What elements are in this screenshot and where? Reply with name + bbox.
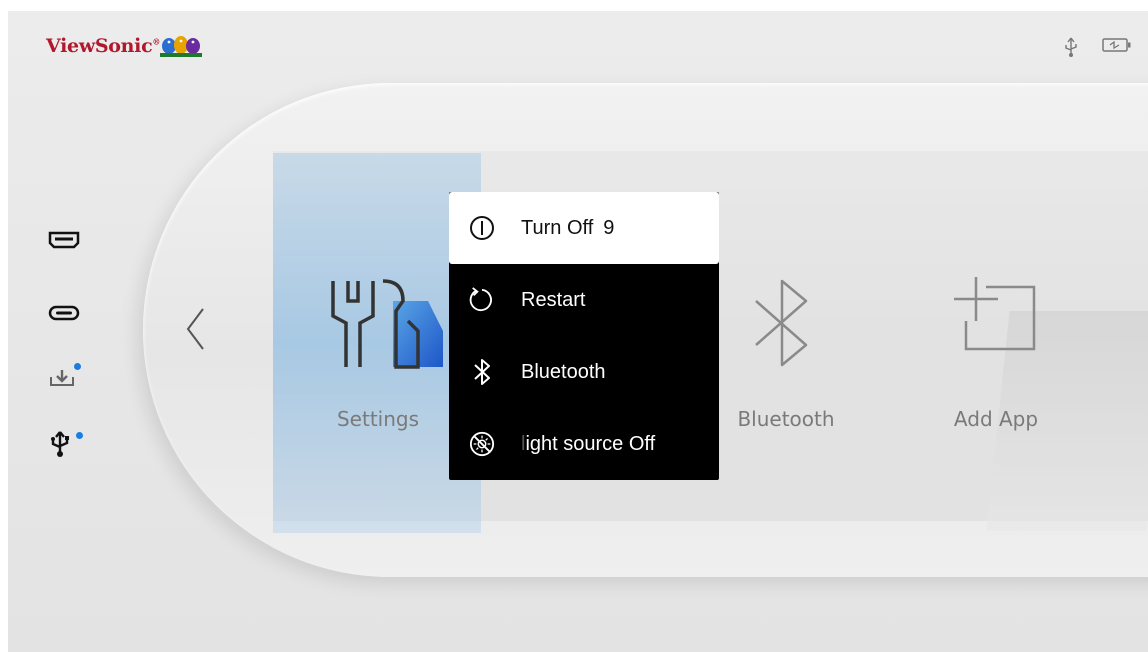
app-label-settings: Settings [336,407,420,431]
settings-icon [331,279,443,369]
bluetooth-app-icon [755,279,808,367]
usb-c-icon [48,305,80,321]
power-icon [469,215,495,241]
viewsonic-birds-logo-icon [160,36,202,57]
download-icon [50,370,74,386]
add-app-icon [954,277,1036,351]
menu-item-light-source-off[interactable]: l ight source Off [449,408,719,480]
menu-item-bluetooth[interactable]: Bluetooth [449,336,719,408]
sidebar-item-usb-c[interactable] [48,305,80,321]
light-source-icon [469,431,495,457]
sidebar-item-hdmi[interactable] [48,231,80,249]
menu-item-label: Restart [521,288,586,311]
chevron-left-icon[interactable] [184,307,206,351]
usb-status-icon [1065,37,1077,57]
sidebar-item-download[interactable] [48,363,81,389]
app-label-add-app: Add App [953,407,1039,431]
notification-dot [76,432,83,439]
menu-item-label: ight source Off [525,432,656,455]
battery-icon [1102,38,1131,52]
menu-item-turn-off[interactable]: Turn Off 9 [449,192,719,264]
viewsonic-logo: ViewSonic® [46,35,160,57]
app-label-bluetooth: Bluetooth [737,407,835,431]
sidebar-item-usb[interactable] [48,429,83,459]
trademark-mark: ® [152,36,161,47]
countdown-value: 9 [603,216,615,239]
bluetooth-icon [469,359,495,385]
menu-item-label: Bluetooth [521,360,606,383]
brand-name: ViewSonic [46,35,153,57]
menu-item-label: Turn Off [521,216,594,239]
notification-dot [74,363,81,370]
usb-icon [51,431,69,457]
menu-item-restart[interactable]: Restart [449,264,719,336]
power-menu: Turn Off 9 Restart Bluetooth l ight sour… [449,192,719,480]
launcher-screen: ViewSonic® Settings Bluetooth Add App Tu… [8,11,1148,652]
hdmi-icon [48,231,80,249]
restart-icon [469,287,495,313]
